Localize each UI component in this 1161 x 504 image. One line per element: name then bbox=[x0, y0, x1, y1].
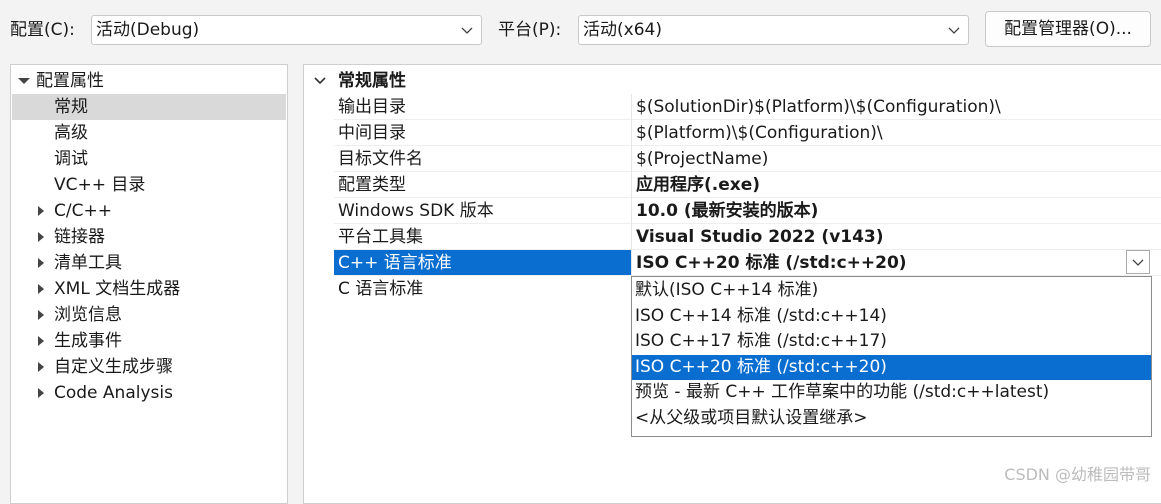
dropdown-option[interactable]: ISO C++20 标准 (/std:c++20) bbox=[632, 354, 1151, 380]
tree-item[interactable]: 生成事件 bbox=[12, 328, 286, 354]
expand-triangle-icon[interactable] bbox=[38, 284, 44, 294]
tree-item[interactable]: XML 文档生成器 bbox=[12, 276, 286, 302]
chevron-down-icon bbox=[1132, 259, 1144, 266]
tree-root-label: 配置属性 bbox=[36, 71, 104, 91]
platform-label: 平台(P): bbox=[498, 20, 562, 40]
dropdown-option-label: ISO C++14 标准 (/std:c++14) bbox=[635, 305, 887, 326]
dropdown-option-label: <从父级或项目默认设置继承> bbox=[635, 407, 868, 428]
tree-item[interactable]: 高级 bbox=[12, 120, 286, 146]
tree-root-config-properties[interactable]: 配置属性 bbox=[12, 68, 286, 94]
property-row[interactable]: 目标文件名 $(ProjectName) bbox=[304, 146, 1161, 172]
expand-triangle-icon[interactable] bbox=[18, 78, 30, 84]
expand-triangle-icon[interactable] bbox=[38, 206, 44, 216]
property-value: Visual Studio 2022 (v143) bbox=[636, 227, 884, 247]
property-value: $(ProjectName) bbox=[636, 149, 769, 169]
section-title: 常规属性 bbox=[338, 71, 406, 91]
tree-item-label: C/C++ bbox=[54, 201, 112, 221]
dropdown-option[interactable]: 预览 - 最新 C++ 工作草案中的功能 (/std:c++latest) bbox=[632, 380, 1151, 405]
expand-triangle-icon[interactable] bbox=[38, 258, 44, 268]
tree-item[interactable]: C/C++ bbox=[12, 198, 286, 224]
language-standard-dropdown-list: 默认(ISO C++14 标准) ISO C++14 标准 (/std:c++14… bbox=[631, 276, 1152, 437]
dropdown-option[interactable]: 默认(ISO C++14 标准) bbox=[632, 278, 1151, 303]
property-row[interactable]: 中间目录 $(Platform)\$(Configuration)\ bbox=[304, 120, 1161, 146]
dropdown-option-label: 默认(ISO C++14 标准) bbox=[635, 280, 819, 300]
tree-item-label: 常规 bbox=[54, 97, 88, 117]
tree-item-label: VC++ 目录 bbox=[54, 175, 146, 195]
property-name: 输出目录 bbox=[338, 97, 406, 117]
configuration-manager-button[interactable]: 配置管理器(O)... bbox=[985, 11, 1151, 47]
property-name: C 语言标准 bbox=[338, 279, 424, 299]
dropdown-option-label: ISO C++20 标准 (/std:c++20) bbox=[635, 356, 887, 377]
chevron-down-icon bbox=[461, 27, 473, 34]
tree-item[interactable]: 链接器 bbox=[12, 224, 286, 250]
tree-item-label: 链接器 bbox=[54, 227, 105, 247]
property-value: 应用程序(.exe) bbox=[636, 175, 761, 195]
chevron-down-icon bbox=[948, 27, 960, 34]
property-row[interactable]: 平台工具集 Visual Studio 2022 (v143) bbox=[304, 224, 1161, 250]
property-name: C++ 语言标准 bbox=[338, 253, 452, 273]
tree-item-label: 浏览信息 bbox=[54, 305, 122, 325]
property-row[interactable]: C++ 语言标准 ISO C++20 标准 (/std:c++20) bbox=[304, 250, 1161, 276]
tree-item-label: XML 文档生成器 bbox=[54, 279, 181, 299]
tree-item-label: 清单工具 bbox=[54, 253, 122, 273]
platform-select[interactable]: 活动(x64) bbox=[578, 15, 969, 45]
property-name: Windows SDK 版本 bbox=[338, 201, 494, 221]
expand-triangle-icon[interactable] bbox=[38, 336, 44, 346]
tree-item[interactable]: VC++ 目录 bbox=[12, 172, 286, 198]
property-value: 10.0 (最新安装的版本) bbox=[636, 201, 819, 221]
property-value: $(Platform)\$(Configuration)\ bbox=[636, 123, 883, 143]
dropdown-option-label: 预览 - 最新 C++ 工作草案中的功能 (/std:c++latest) bbox=[635, 382, 1050, 402]
property-row[interactable]: Windows SDK 版本 10.0 (最新安装的版本) bbox=[304, 198, 1161, 224]
expand-triangle-icon[interactable] bbox=[38, 362, 44, 372]
property-tree: 配置属性 常规高级调试 VC++ 目录 C/C++ 链接器清单工具 XML 文档生成器浏… bbox=[10, 64, 288, 504]
chevron-down-icon[interactable] bbox=[314, 76, 326, 86]
tree-item-label: 自定义生成步骤 bbox=[54, 357, 173, 377]
tree-item-label: 高级 bbox=[54, 123, 88, 143]
property-name: 中间目录 bbox=[338, 123, 406, 143]
tree-item[interactable]: Code Analysis bbox=[12, 380, 286, 406]
dropdown-option[interactable]: ISO C++17 标准 (/std:c++17) bbox=[632, 329, 1151, 354]
expand-triangle-icon[interactable] bbox=[38, 232, 44, 242]
dropdown-option[interactable]: ISO C++14 标准 (/std:c++14) bbox=[632, 304, 1151, 329]
column-divider bbox=[631, 94, 632, 302]
dropdown-option[interactable]: <从父级或项目默认设置继承> bbox=[632, 406, 1151, 431]
watermark: CSDN @幼稚园带哥 bbox=[1004, 465, 1151, 484]
tree-item[interactable]: 浏览信息 bbox=[12, 302, 286, 328]
tree-item-label: 生成事件 bbox=[54, 331, 122, 351]
tree-item[interactable]: 自定义生成步骤 bbox=[12, 354, 286, 380]
property-name: 配置类型 bbox=[338, 175, 406, 195]
dropdown-option-label: ISO C++17 标准 (/std:c++17) bbox=[635, 331, 887, 351]
section-header-general[interactable]: 常规属性 bbox=[304, 68, 1161, 94]
tree-item-label: Code Analysis bbox=[54, 383, 173, 403]
tree-item[interactable]: 清单工具 bbox=[12, 250, 286, 276]
property-row[interactable]: 输出目录 $(SolutionDir)$(Platform)\$(Configur… bbox=[304, 94, 1161, 120]
property-row[interactable]: 配置类型 应用程序(.exe) bbox=[304, 172, 1161, 198]
property-value[interactable]: ISO C++20 标准 (/std:c++20) bbox=[636, 253, 907, 273]
platform-select-value: 活动(x64) bbox=[583, 20, 662, 40]
config-label: 配置(C): bbox=[10, 20, 75, 40]
property-name: 平台工具集 bbox=[338, 227, 423, 247]
config-select[interactable]: 活动(Debug) bbox=[91, 15, 482, 45]
expand-triangle-icon[interactable] bbox=[38, 388, 44, 398]
language-standard-dropdown-button[interactable] bbox=[1126, 250, 1150, 274]
tree-item[interactable]: 调试 bbox=[12, 146, 286, 172]
property-value: $(SolutionDir)$(Platform)\$(Configuratio… bbox=[636, 97, 1001, 117]
tree-item-label: 调试 bbox=[54, 149, 88, 169]
config-select-value: 活动(Debug) bbox=[96, 20, 200, 40]
property-name: 目标文件名 bbox=[338, 149, 423, 169]
expand-triangle-icon[interactable] bbox=[38, 310, 44, 320]
tree-item[interactable]: 常规 bbox=[12, 94, 286, 120]
